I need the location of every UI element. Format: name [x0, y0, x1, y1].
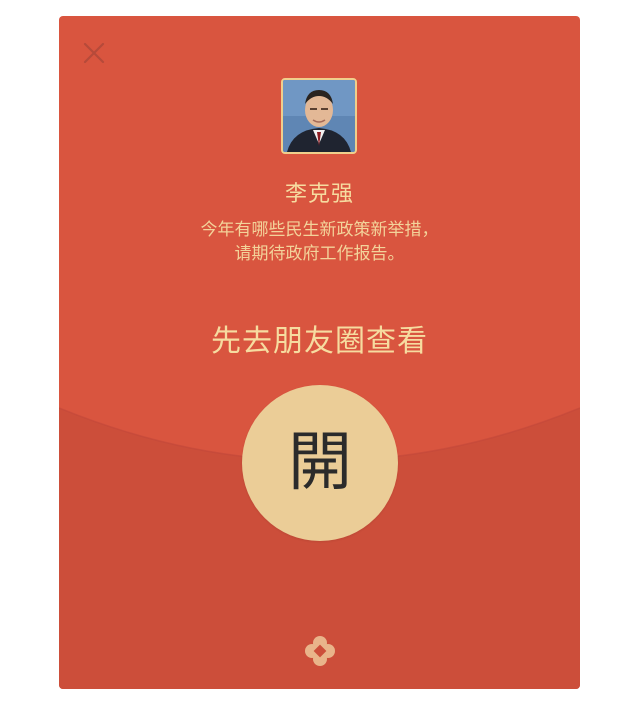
- red-envelope-card: 李克强 今年有哪些民生新政策新举措， 请期待政府工作报告。 先去朋友圈查看 開: [59, 16, 580, 689]
- avatar-portrait: [283, 80, 355, 152]
- view-moments-prompt: 先去朋友圈查看: [211, 324, 428, 359]
- open-button-label: 開: [288, 426, 352, 500]
- wechat-pay-logo-icon: [305, 636, 335, 666]
- greeting-message: 今年有哪些民生新政策新举措， 请期待政府工作报告。: [119, 218, 520, 266]
- greeting-line-1: 今年有哪些民生新政策新举措，: [200, 220, 439, 240]
- sender-name: 李克强: [284, 182, 354, 207]
- open-envelope-button[interactable]: 開: [242, 385, 398, 541]
- greeting-line-2: 请期待政府工作报告。: [234, 244, 405, 264]
- close-icon[interactable]: [81, 40, 107, 66]
- avatar: [281, 78, 357, 154]
